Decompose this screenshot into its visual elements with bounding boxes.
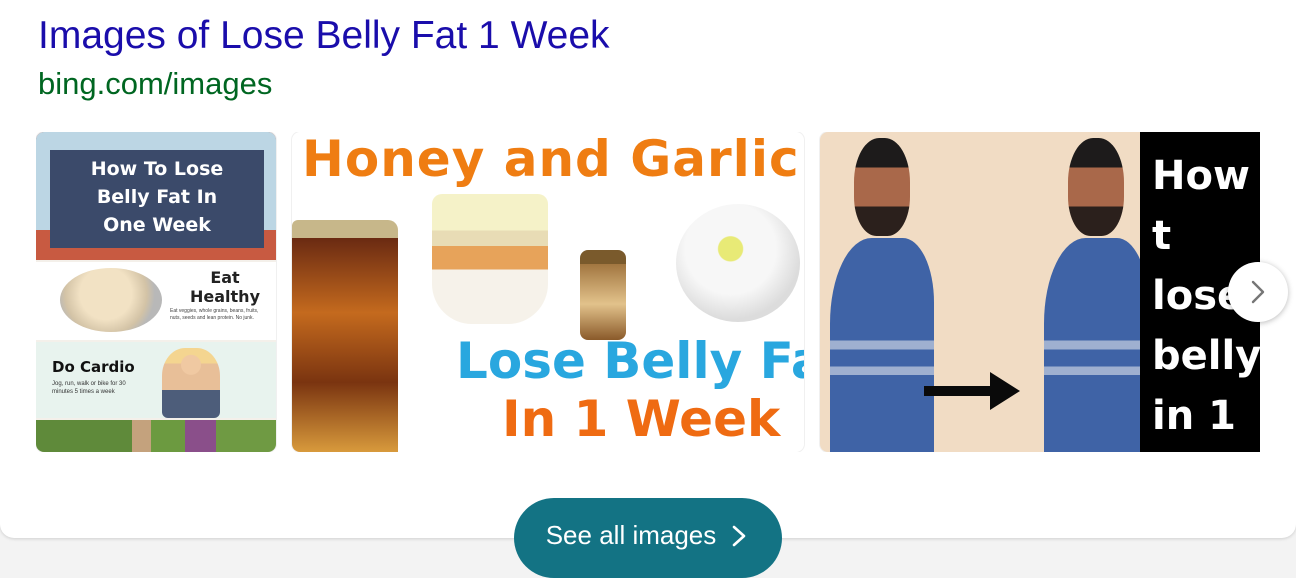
thumb1-cardio-subtext: Jog, run, walk or bike for 30 minutes 5 … xyxy=(52,381,126,395)
thumb2-week-text: In 1 Week xyxy=(502,390,781,448)
thumb1-eat-text: Eat Healthy xyxy=(190,268,260,306)
image-carousel: How To Lose Belly Fat In One Week Eat He… xyxy=(36,132,1260,452)
thumb1-eat-panel: Eat Healthy Eat veggies, whole grains, b… xyxy=(36,262,276,340)
honey-jar-image xyxy=(292,220,398,452)
woman-image xyxy=(162,348,220,418)
chevron-right-icon xyxy=(1251,280,1265,304)
thumb2-lose-text: Lose Belly Fat xyxy=(456,332,804,390)
thumb1-eat-subtext: Eat veggies, whole grains, beans, fruits… xyxy=(170,308,259,321)
see-all-label: See all images xyxy=(545,520,717,550)
thumb1-cardio-panel: Do Cardio Jog, run, walk or bike for 30 … xyxy=(36,342,276,418)
carousel-next-button[interactable] xyxy=(1228,262,1288,322)
thumb1-header-text: How To Lose Belly Fat In One Week xyxy=(50,150,264,248)
image-thumbnail-3[interactable]: How t lose belly in 1 w xyxy=(820,132,1260,452)
see-all-images-button[interactable]: See all images xyxy=(514,498,782,578)
pill-bottle-image xyxy=(580,250,626,340)
thumb1-cardio-text: Do Cardio xyxy=(52,358,135,376)
thumb2-top-text: Honey and Garlic xyxy=(302,132,800,188)
man-after-image xyxy=(1040,132,1148,452)
result-url: bing.com/images xyxy=(38,66,273,101)
chevron-right-icon xyxy=(732,525,746,547)
image-answer-card: Images of Lose Belly Fat 1 Week bing.com… xyxy=(0,0,1296,538)
tea-cup-image xyxy=(432,194,548,324)
image-thumbnail-2[interactable]: Honey and Garlic Lose Belly Fat In 1 Wee… xyxy=(292,132,804,452)
result-title-link[interactable]: Images of Lose Belly Fat 1 Week xyxy=(38,14,610,58)
garden-image xyxy=(36,420,276,452)
image-thumbnail-1[interactable]: How To Lose Belly Fat In One Week Eat He… xyxy=(36,132,276,452)
man-before-image xyxy=(826,132,934,452)
bowl-image xyxy=(60,268,162,332)
glass-bowl-image xyxy=(676,204,800,322)
arrow-right-icon xyxy=(924,372,1020,410)
